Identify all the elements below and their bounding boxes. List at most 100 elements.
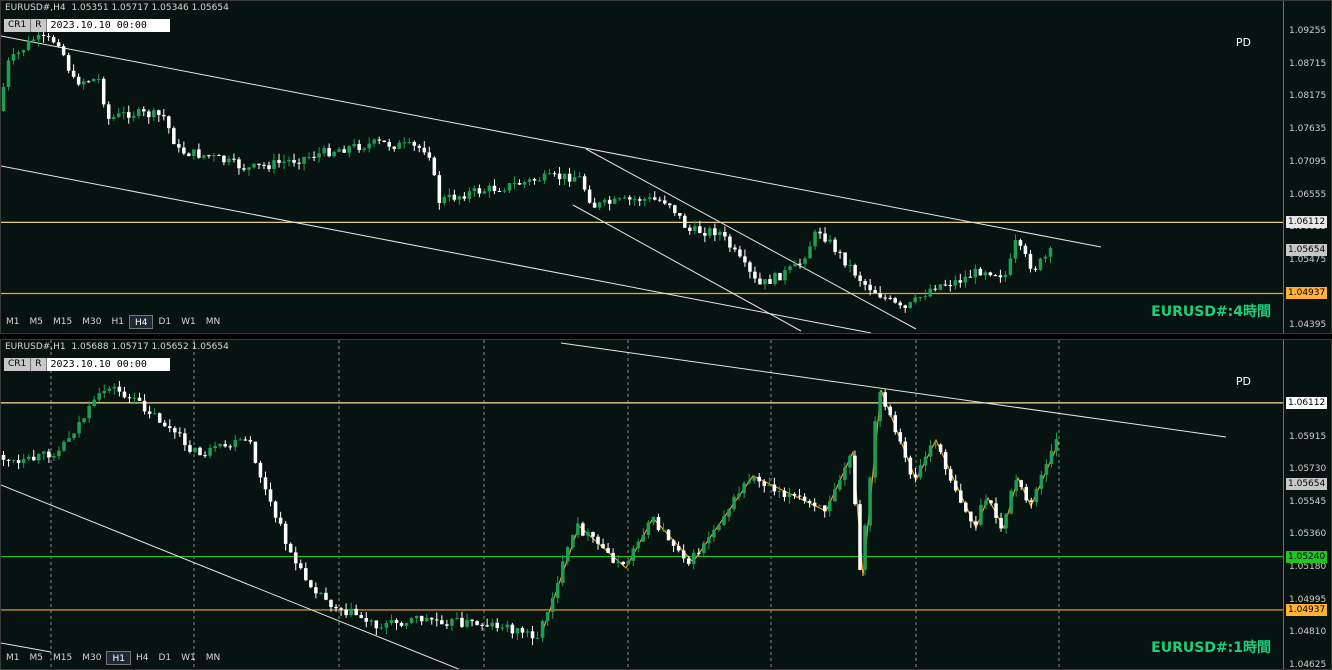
candle-body [302, 157, 306, 164]
timeframe-m30[interactable]: M30 [77, 651, 106, 665]
candle-body [273, 501, 278, 518]
candle-body [61, 46, 66, 56]
candle-body [437, 175, 442, 204]
timeframe-w1[interactable]: W1 [176, 651, 201, 665]
timeframe-m15[interactable]: M15 [48, 651, 77, 665]
candle-body [257, 163, 261, 165]
pd-label: PD [1235, 375, 1251, 388]
h4-chart-pane[interactable]: EURUSD#,H4 1.05351 1.05717 1.05346 1.056… [0, 0, 1332, 334]
candle-body [307, 156, 311, 158]
timeframe-m30[interactable]: M30 [77, 315, 106, 329]
price-tick: 1.06555 [1289, 189, 1327, 200]
timeframe-h4[interactable]: H4 [128, 315, 154, 329]
candle-body [111, 116, 116, 119]
candle-body [681, 550, 686, 559]
candle-body [606, 547, 610, 553]
candle-body [192, 149, 196, 157]
candle-body [627, 197, 632, 200]
candle-body [979, 504, 983, 525]
timeframe-m1[interactable]: M1 [1, 651, 25, 665]
candle-body [792, 493, 797, 496]
price-tick: 1.08715 [1289, 58, 1327, 69]
candle-body [372, 139, 376, 144]
candle-body [359, 615, 363, 619]
candle-body [472, 188, 477, 192]
candle-body [162, 115, 166, 117]
candle-body [46, 36, 51, 38]
h1-plot-area[interactable] [1, 340, 1283, 669]
candle-body [768, 279, 772, 284]
candle-body [999, 518, 1003, 529]
candle-body [733, 247, 737, 250]
candle-body [591, 531, 595, 537]
candle-body [742, 483, 746, 494]
candle-body [96, 78, 101, 80]
candle-body [778, 272, 782, 281]
r-button[interactable]: R [31, 358, 47, 371]
candle-body [596, 536, 600, 544]
candle-body [394, 620, 399, 623]
candle-body [686, 558, 691, 564]
timeframe-h1[interactable]: H1 [106, 651, 131, 665]
cr1-button[interactable]: CR1 [4, 19, 32, 32]
candle-body [382, 140, 386, 142]
cr1-button[interactable]: CR1 [4, 358, 32, 371]
candle-body [898, 432, 903, 442]
timeframe-mn[interactable]: MN [201, 315, 226, 329]
candle-body [611, 552, 615, 563]
candle-body [37, 453, 41, 461]
h4-plot-area[interactable] [1, 1, 1283, 333]
candle-body [969, 511, 973, 522]
candle-body [953, 280, 958, 286]
timeframe-m5[interactable]: M5 [25, 315, 49, 329]
candle-body [858, 275, 862, 282]
timeframe-m1[interactable]: M1 [1, 315, 25, 329]
candle-body [505, 624, 510, 628]
timeframe-m15[interactable]: M15 [48, 315, 77, 329]
price-tag: 1.06112 [1286, 216, 1328, 229]
candle-body [167, 116, 171, 129]
date-field[interactable]: 2023.10.10 00:00 [46, 358, 170, 371]
candle-body [384, 623, 389, 628]
candle-body [282, 161, 286, 163]
candle-body [566, 547, 570, 562]
timeframe-m5[interactable]: M5 [25, 651, 49, 665]
timeframe-h1[interactable]: H1 [106, 315, 129, 329]
candle-body [152, 110, 156, 118]
candle-body [497, 190, 502, 192]
candle-body [636, 541, 641, 549]
timeframe-d1[interactable]: D1 [153, 651, 176, 665]
price-axis[interactable]: 1.09255 1.08715 1.08175 1.07635 1.07095 1.065… [1283, 1, 1331, 333]
candle-body [783, 270, 787, 281]
candle-body [928, 288, 933, 297]
candle-body [137, 109, 141, 116]
candle-body [883, 392, 887, 407]
candle-body [512, 183, 517, 185]
r-button[interactable]: R [31, 19, 47, 32]
candle-body [530, 631, 535, 639]
candle-body [863, 525, 867, 570]
candle-body [833, 239, 837, 252]
candle-body [452, 194, 457, 200]
candle-body [91, 78, 96, 82]
timeframe-d1[interactable]: D1 [153, 315, 176, 329]
h4-chart-canvas[interactable] [1, 1, 1283, 334]
timeframe-w1[interactable]: W1 [176, 315, 201, 329]
candle-body [404, 622, 409, 626]
h1-chart-pane[interactable]: EURUSD#,H1 1.05688 1.05717 1.05652 1.056… [0, 339, 1332, 670]
candle-body [51, 37, 56, 43]
candle-body [923, 296, 928, 298]
price-tick: 1.09255 [1289, 26, 1327, 36]
candle-body [933, 444, 938, 446]
date-field[interactable]: 2023.10.10 00:00 [46, 19, 170, 32]
candle-body [843, 252, 847, 266]
candle-body [427, 152, 432, 158]
trendline [1, 484, 460, 669]
price-axis[interactable]: 1.061001.059151.057301.055451.053601.051… [1283, 340, 1331, 669]
candle-body [31, 456, 36, 461]
candle-body [557, 173, 562, 180]
h1-chart-canvas[interactable] [1, 340, 1283, 670]
timeframe-h4[interactable]: H4 [131, 651, 154, 665]
candle-body [757, 476, 761, 482]
timeframe-mn[interactable]: MN [201, 651, 226, 665]
